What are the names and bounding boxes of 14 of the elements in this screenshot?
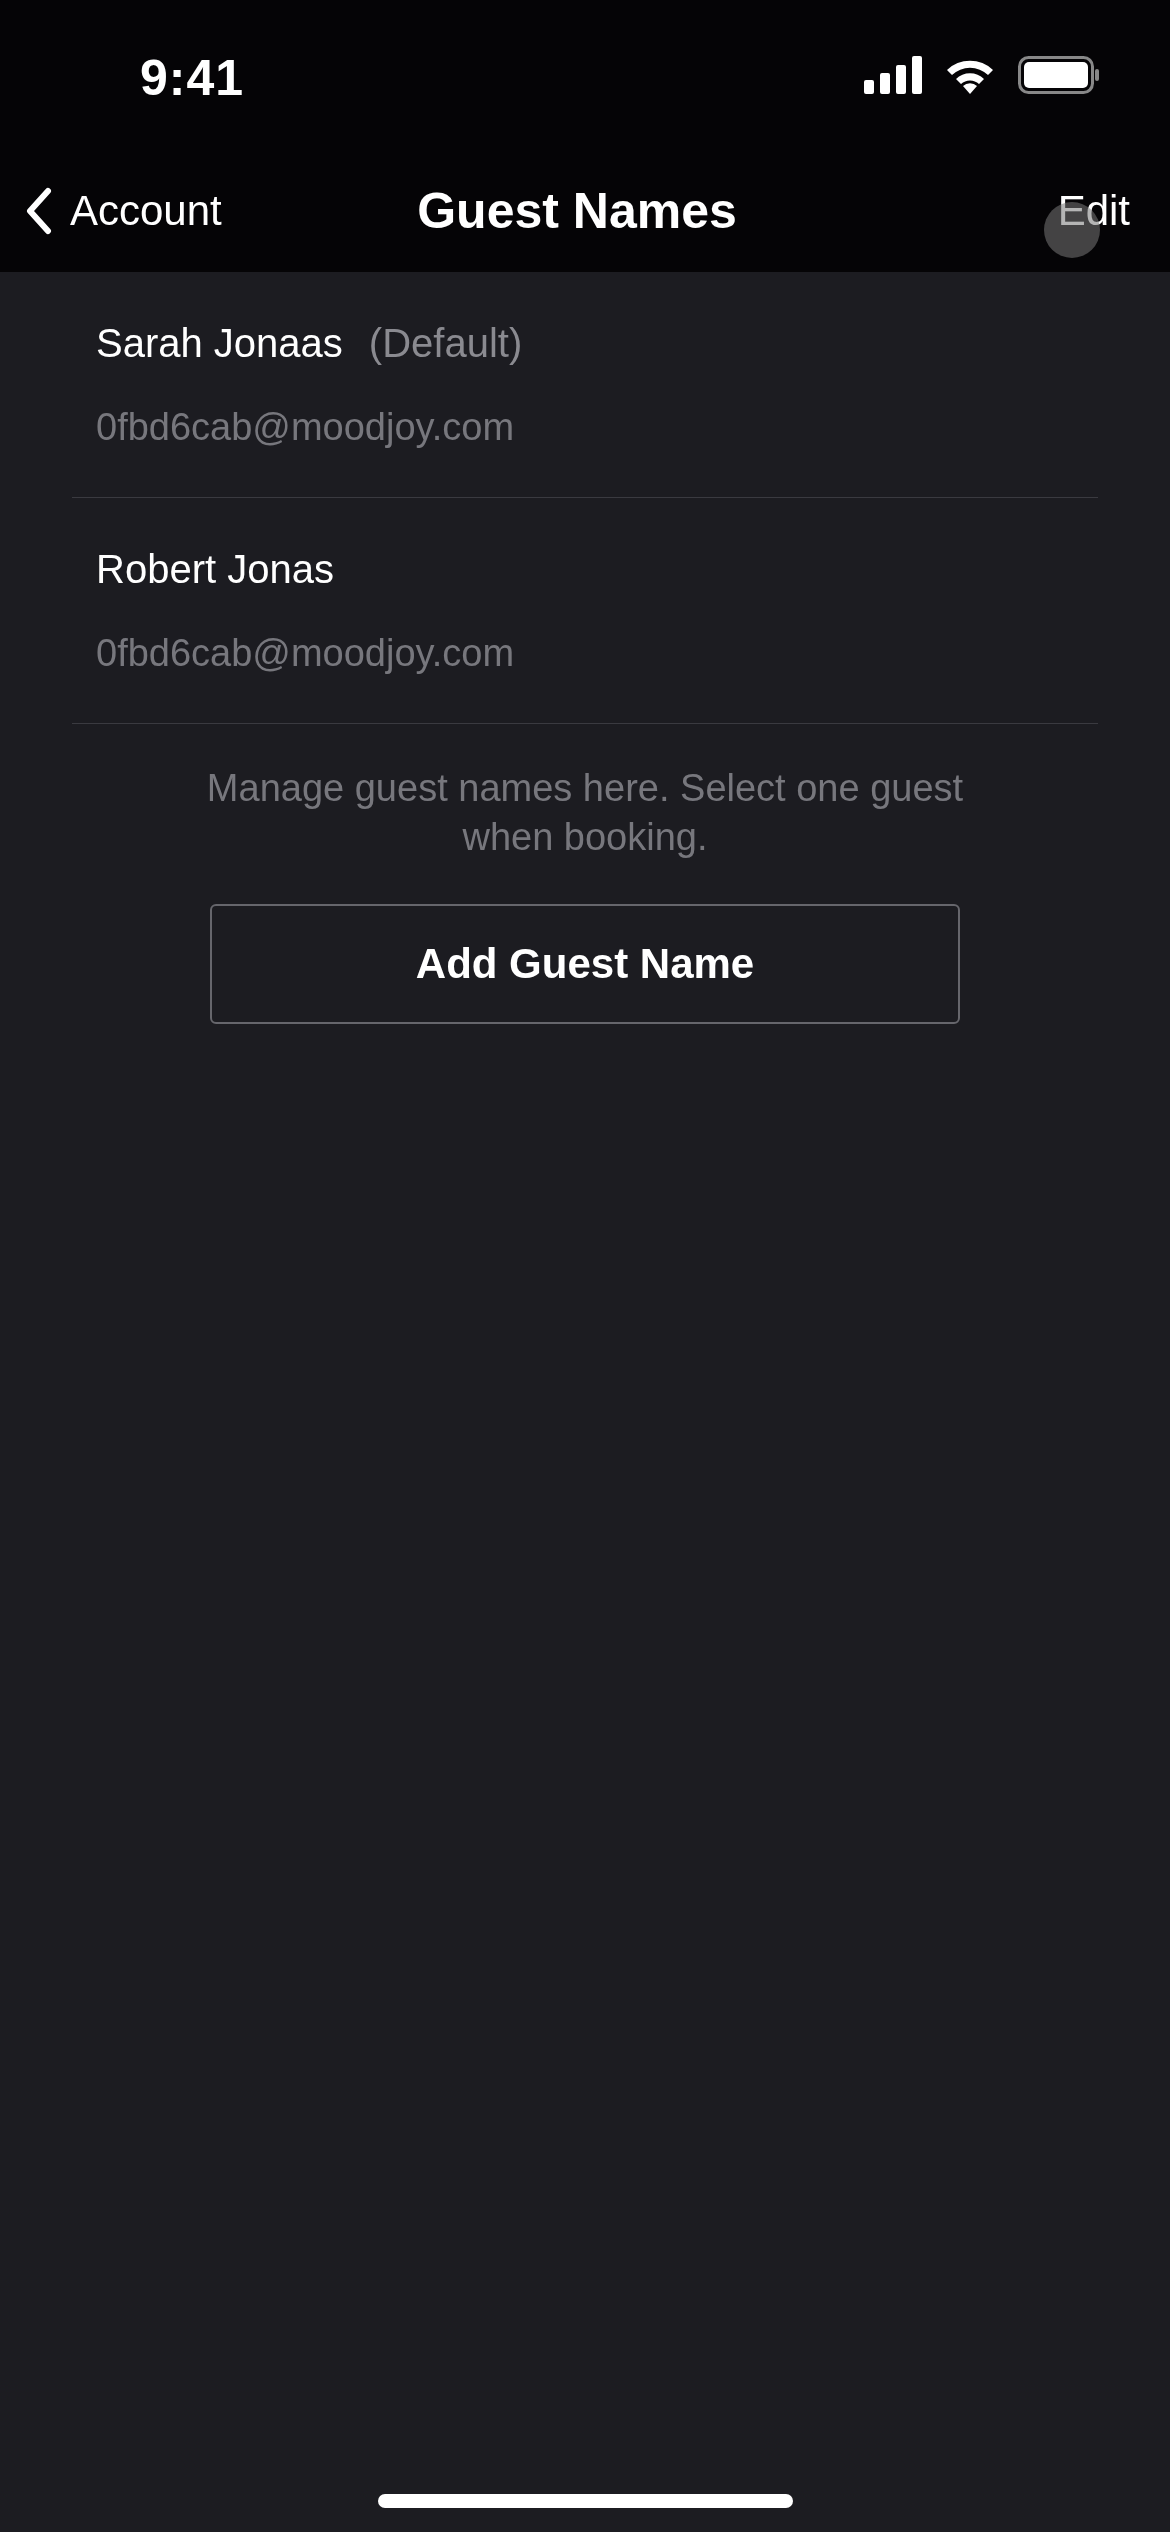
signal-icon <box>864 56 922 94</box>
guest-email: 0fbd6cab@moodjoy.com <box>96 631 516 675</box>
status-time: 9:41 <box>140 49 245 107</box>
guest-name: Robert Jonas <box>96 546 334 592</box>
battery-icon <box>1018 56 1100 94</box>
default-label: (Default) <box>368 320 523 366</box>
guest-email: 0fbd6cab@moodjoy.com <box>96 405 516 449</box>
screen-title: Guest Names <box>417 182 737 240</box>
back-chevron-icon <box>24 187 52 235</box>
guest-name: Sarah Jonaas <box>96 320 343 366</box>
add-guest-button[interactable]: Add Guest Name <box>210 904 960 1024</box>
edit-button[interactable]: Edit <box>1057 187 1130 235</box>
help-text: Manage guest names here. Select one guest when booking. <box>205 766 965 860</box>
back-button[interactable]: Account <box>24 187 222 235</box>
